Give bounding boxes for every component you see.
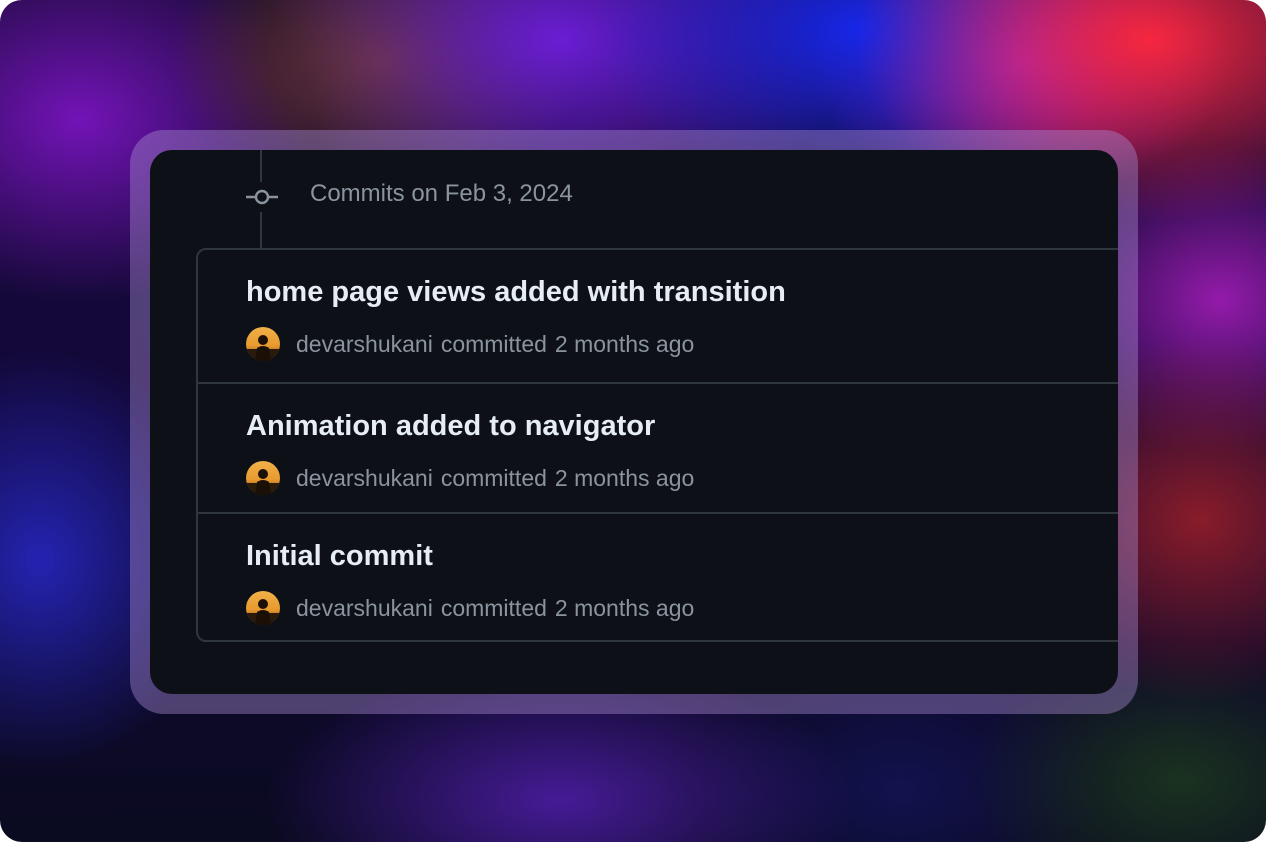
commit-title-link[interactable]: home page views added with transition [246, 276, 786, 309]
user-avatar[interactable] [246, 461, 280, 495]
timeline-line-bottom [260, 212, 262, 248]
commit-row: home page views added with transition de… [198, 250, 1118, 380]
commit-title-link[interactable]: Animation added to navigator [246, 410, 655, 443]
avatar-silhouette-icon [246, 469, 280, 495]
commit-group-header: Commits on Feb 3, 2024 [310, 180, 573, 207]
user-avatar[interactable] [246, 591, 280, 625]
commit-time: 2 months ago [554, 330, 695, 357]
commit-meta: devarshukani committed 2 months ago [246, 590, 694, 626]
commit-author-link[interactable]: devarshukani [296, 331, 433, 358]
commit-author-link[interactable]: devarshukani [296, 595, 433, 622]
commit-author-link[interactable]: devarshukani [296, 465, 433, 492]
git-commit-icon [246, 189, 278, 205]
commits-panel: Commits on Feb 3, 2024 home page views a… [150, 150, 1118, 694]
timeline-line-top [260, 150, 262, 182]
user-avatar[interactable] [246, 327, 280, 361]
commit-title-link[interactable]: Initial commit [246, 540, 433, 573]
commit-list: home page views added with transition de… [196, 248, 1118, 642]
commit-row: Initial commit devarshukani committed 2 … [198, 512, 1118, 644]
commit-meta: devarshukani committed 2 months ago [246, 460, 694, 496]
commit-action: committed [440, 330, 547, 357]
commit-row: Animation added to navigator devarshukan… [198, 382, 1118, 514]
commit-time: 2 months ago [554, 594, 695, 621]
commit-action: committed [440, 594, 547, 621]
commit-time: 2 months ago [554, 464, 695, 491]
commit-action: committed [440, 464, 547, 491]
avatar-silhouette-icon [246, 599, 280, 625]
avatar-silhouette-icon [246, 335, 280, 361]
commit-meta: devarshukani committed 2 months ago [246, 326, 694, 362]
